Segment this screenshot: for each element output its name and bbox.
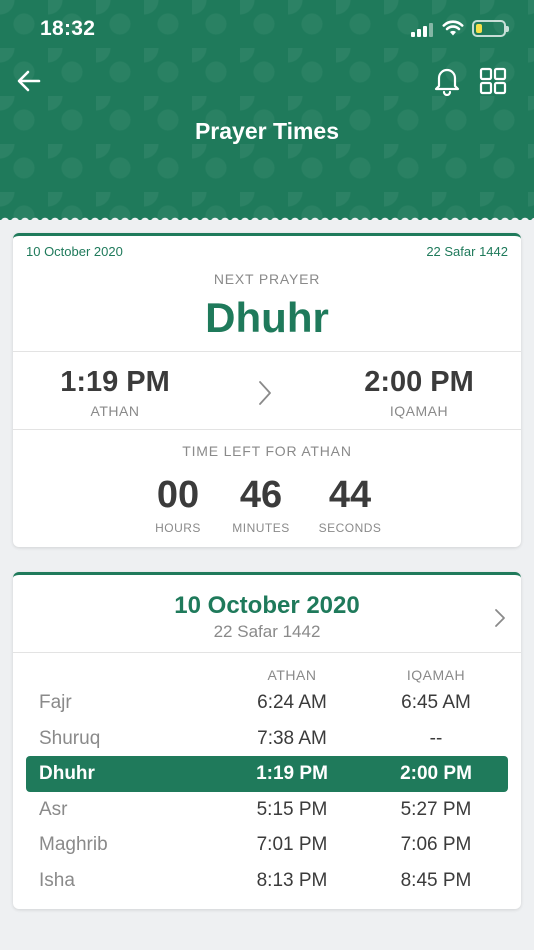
iqamah-time: 6:45 AM — [401, 692, 471, 713]
gregorian-date: 10 October 2020 — [26, 244, 123, 259]
grid-icon[interactable] — [478, 66, 508, 96]
back-arrow-icon[interactable] — [14, 66, 44, 96]
battery-icon — [472, 20, 509, 37]
divider — [13, 652, 521, 653]
seconds-label: SECONDS — [318, 521, 382, 535]
athan-time: 5:15 PM — [256, 798, 328, 820]
battery-level — [476, 24, 482, 33]
status-bar: 18:32 — [0, 0, 534, 56]
iqamah-time: 2:00 PM — [400, 763, 472, 784]
iqamah-time: 5:27 PM — [400, 798, 472, 820]
prayer-schedule-card: 10 October 2020 22 Safar 1442 ATHAN IQAM… — [13, 572, 521, 909]
header-banner: 18:32 Prayer Times — [0, 0, 534, 220]
athan-time: 7:38 AM — [257, 727, 327, 749]
prayer-row-fajr[interactable]: Fajr 6:24 AM 6:45 AM — [26, 685, 508, 721]
iqamah-time: 2:00 PM — [364, 366, 474, 398]
status-time: 18:32 — [40, 17, 96, 40]
prayer-list: Fajr 6:24 AM 6:45 AM Shuruq 7:38 AM -- D… — [26, 685, 508, 898]
athan-column-header: ATHAN — [267, 667, 317, 683]
prayer-row-asr[interactable]: Asr 5:15 PM 5:27 PM — [26, 792, 508, 828]
wifi-icon — [442, 20, 464, 36]
schedule-date[interactable]: 10 October 2020 — [13, 592, 521, 620]
page-title: Prayer Times — [194, 118, 340, 144]
next-prayer-label: NEXT PRAYER — [213, 271, 321, 287]
athan-time: 6:24 AM — [257, 692, 327, 713]
iqamah-label: IQAMAH — [389, 403, 449, 419]
prayer-name: Maghrib — [39, 834, 108, 855]
next-prayer-name: Dhuhr — [205, 294, 329, 341]
prayer-name: Isha — [39, 869, 75, 891]
chevron-right-icon — [259, 381, 271, 405]
athan-time: 7:01 PM — [256, 834, 328, 855]
minutes-label: MINUTES — [232, 521, 290, 535]
countdown-label: TIME LEFT FOR ATHAN — [182, 443, 352, 459]
cellular-signal-icon — [411, 23, 433, 37]
athan-time: 1:19 PM — [256, 763, 328, 784]
athan-time: 8:13 PM — [256, 869, 328, 891]
schedule-hijri-date: 22 Safar 1442 — [213, 622, 321, 641]
next-prayer-card: 10 October 2020 22 Safar 1442 NEXT PRAYE… — [13, 233, 521, 547]
bell-icon[interactable] — [432, 64, 462, 96]
prayer-row-maghrib[interactable]: Maghrib 7:01 PM 7:06 PM — [26, 827, 508, 863]
prayer-row-shuruq[interactable]: Shuruq 7:38 AM -- — [26, 721, 508, 757]
prayer-name: Fajr — [39, 692, 72, 713]
divider — [13, 351, 521, 352]
countdown-seconds: 44 — [328, 474, 372, 516]
iqamah-time: 7:06 PM — [400, 834, 472, 855]
prayer-name: Asr — [39, 798, 68, 820]
prayer-name: Dhuhr — [39, 763, 95, 784]
iqamah-time: -- — [429, 727, 443, 749]
chevron-right-icon[interactable] — [493, 607, 507, 629]
athan-label: ATHAN — [90, 403, 140, 419]
countdown-minutes: 46 — [239, 474, 283, 516]
prayer-row-isha[interactable]: Isha 8:13 PM 8:45 PM — [26, 863, 508, 899]
athan-time: 1:19 PM — [60, 366, 170, 398]
iqamah-time: 8:45 PM — [400, 869, 472, 891]
divider — [13, 429, 521, 430]
prayer-row-dhuhr[interactable]: Dhuhr 1:19 PM 2:00 PM — [26, 756, 508, 792]
iqamah-column-header: IQAMAH — [406, 667, 466, 683]
prayer-name: Shuruq — [39, 727, 101, 749]
hijri-date: 22 Safar 1442 — [426, 244, 508, 259]
header-scallop-edge — [0, 212, 534, 222]
